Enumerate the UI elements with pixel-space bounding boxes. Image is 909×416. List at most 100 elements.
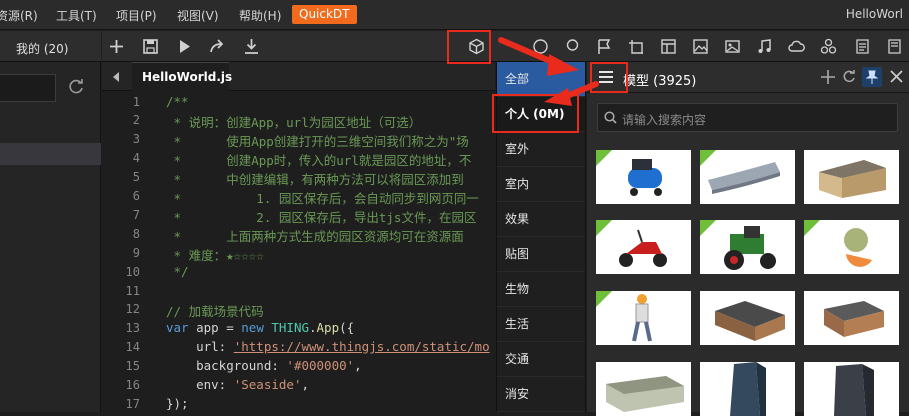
model-thumbnail[interactable]	[700, 291, 795, 345]
menu-resources[interactable]: 资源(R)	[0, 7, 38, 24]
quickdt-button[interactable]: QuickDT	[292, 5, 357, 24]
menu-tools[interactable]: 工具(T)	[56, 7, 97, 24]
model-search-input[interactable]: 请输入搜索内容	[597, 103, 898, 132]
glass-tower-image	[730, 362, 766, 416]
menu-view[interactable]: 视图(V)	[177, 7, 219, 24]
line-number: 12	[125, 302, 140, 316]
menu-bar: 资源(R) 工具(T) 项目(P) 视图(V) 帮助(H) QuickDT He…	[0, 0, 909, 30]
cloud-icon[interactable]	[788, 38, 805, 55]
code-token: 'Seaside'	[233, 377, 302, 392]
category-creatures[interactable]: 生物	[497, 272, 585, 307]
line-number: 2	[132, 113, 140, 127]
code-line: * 难度：★☆☆☆☆	[166, 248, 264, 263]
model-thumbnail[interactable]	[804, 150, 899, 204]
model-thumbnail[interactable]	[804, 291, 899, 345]
category-life[interactable]: 生活	[497, 307, 585, 342]
code-line: /**	[166, 94, 189, 109]
add-icon[interactable]	[821, 70, 835, 84]
code-line: });	[166, 396, 189, 411]
code-line: * 说明：创建App，url为园区地址（可选）	[166, 115, 422, 130]
music-icon[interactable]	[756, 38, 773, 55]
notes-icon[interactable]	[886, 38, 903, 55]
new-badge	[596, 220, 612, 236]
image-icon[interactable]	[724, 38, 741, 55]
category-security[interactable]: 消安	[497, 377, 585, 412]
line-number: 6	[132, 189, 140, 203]
code-line: * 2. 园区保存后，导出tjs文件，在园区	[166, 210, 477, 225]
code-token: .	[309, 320, 317, 335]
line-number: 7	[132, 208, 140, 222]
line-number: 1	[132, 95, 140, 109]
office-block-image	[606, 376, 684, 412]
new-badge	[700, 220, 716, 236]
document-icon[interactable]	[854, 38, 871, 55]
line-number: 3	[132, 132, 140, 146]
refresh-icon[interactable]	[67, 78, 85, 96]
model-thumbnail[interactable]	[804, 220, 899, 274]
tab-scroll-left-icon[interactable]	[111, 71, 121, 83]
highlight-box-model-icon	[447, 30, 491, 64]
search-icon	[604, 111, 617, 124]
code-url[interactable]: 'https://www.thingjs.com/static/mo	[234, 339, 490, 354]
flag-icon[interactable]	[596, 38, 613, 55]
add-icon[interactable]	[108, 38, 125, 55]
tab-mine[interactable]: 我的 (20)	[16, 40, 68, 57]
pin-button[interactable]	[862, 67, 882, 87]
left-selected-row[interactable]	[0, 143, 101, 165]
category-traffic[interactable]: 交通	[497, 342, 585, 377]
run-icon[interactable]	[176, 38, 193, 55]
code-token: app =	[188, 320, 242, 335]
editor-tab-bar: HelloWorld.js	[102, 62, 495, 91]
code-line: // 加载场景代码	[166, 304, 264, 319]
search-placeholder: 请输入搜索内容	[622, 113, 707, 127]
code-line: * 使用App创建打开的三维空间我们称之为"场	[166, 134, 469, 149]
picture-icon[interactable]	[692, 38, 709, 55]
transform-icon[interactable]	[628, 38, 645, 55]
brick-building-image	[715, 301, 785, 341]
code-line: url: 'https://www.thingjs.com/static/mo	[166, 339, 490, 354]
dark-tower-image	[834, 364, 874, 416]
code-token: url:	[166, 339, 234, 354]
line-number: 10	[125, 265, 140, 279]
close-icon[interactable]	[890, 70, 903, 83]
layout-icon[interactable]	[660, 38, 677, 55]
category-outdoor[interactable]: 室外	[497, 132, 585, 167]
model-thumbnail[interactable]	[700, 150, 795, 204]
window-title: HelloWorl	[845, 7, 903, 21]
components-icon[interactable]	[820, 38, 837, 55]
share-icon[interactable]	[209, 38, 226, 55]
code-line: background: '#000000',	[166, 358, 362, 373]
model-thumbnail[interactable]	[596, 362, 691, 416]
code-token: ,	[301, 377, 309, 392]
code-line: */	[166, 264, 189, 279]
model-thumbnail[interactable]	[804, 362, 899, 416]
save-icon[interactable]	[142, 38, 159, 55]
category-indoor[interactable]: 室内	[497, 167, 585, 202]
model-thumbnail[interactable]	[700, 220, 795, 274]
pin-icon	[866, 70, 878, 84]
left-search-input[interactable]	[0, 74, 56, 102]
menu-project[interactable]: 项目(P)	[116, 7, 157, 24]
model-panel-title: 模型 (3925)	[623, 74, 697, 89]
refresh-icon[interactable]	[842, 70, 856, 84]
tab-helloworld[interactable]: HelloWorld.js	[132, 62, 233, 91]
model-thumbnail[interactable]	[700, 362, 795, 416]
model-thumbnail[interactable]	[596, 291, 691, 345]
code-line: var app = new THING.App({	[166, 320, 354, 335]
code-line: * 中创建编辑，有两种方法可以将园区添加到	[166, 172, 464, 187]
code-editor[interactable]: 1 2 3 4 5 6 7 8 9 10 11 12 13 14 15 16 17 /** * 说明：创建App…	[102, 91, 495, 412]
line-number: 15	[125, 359, 140, 373]
line-number: 16	[125, 378, 140, 392]
line-number: 9	[132, 246, 140, 260]
code-token: env:	[166, 377, 234, 392]
code-token: var	[166, 320, 189, 335]
category-textures[interactable]: 贴图	[497, 237, 585, 272]
model-thumbnail[interactable]	[596, 150, 691, 204]
tab-helloworld-label: HelloWorld.js	[142, 70, 233, 84]
model-thumbnail[interactable]	[596, 220, 691, 274]
download-icon[interactable]	[243, 38, 260, 55]
code-token: ({	[339, 320, 355, 335]
category-effects[interactable]: 效果	[497, 202, 585, 237]
menu-help[interactable]: 帮助(H)	[239, 7, 281, 24]
line-number: 17	[125, 397, 140, 411]
